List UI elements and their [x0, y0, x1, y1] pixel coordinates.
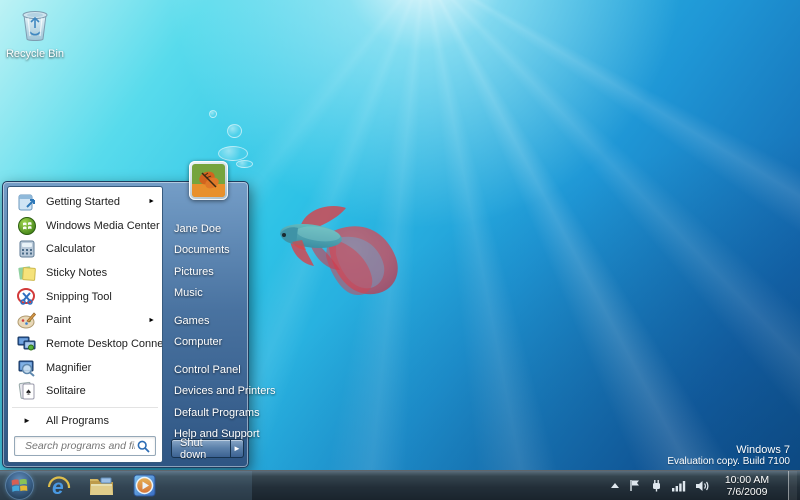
- recycle-bin[interactable]: Recycle Bin: [4, 6, 66, 60]
- start-menu-place-games[interactable]: Games: [163, 310, 244, 332]
- system-tray: 10:00 AM 7/6/2009: [610, 470, 800, 500]
- start-menu-place-computer[interactable]: Computer: [163, 332, 244, 354]
- taskbar-clock[interactable]: 10:00 AM 7/6/2009: [718, 474, 776, 498]
- menu-item-label: Sticky Notes: [46, 266, 108, 279]
- menu-item-label: Remote Desktop Connection: [46, 337, 163, 350]
- menu-item-label: Paint: [46, 314, 72, 327]
- windows-orb-icon: [11, 479, 28, 492]
- volume-speaker-icon[interactable]: [695, 480, 709, 492]
- taskbar-windows-explorer[interactable]: [85, 472, 118, 500]
- action-center-flag-icon[interactable]: [629, 479, 641, 492]
- bubble: [218, 146, 248, 161]
- submenu-arrow-icon: ►: [148, 316, 155, 324]
- bubble: [236, 160, 253, 168]
- search-input[interactable]: [23, 439, 137, 453]
- watermark-line2: Evaluation copy. Build 7100: [667, 456, 790, 467]
- snipping-tool-icon: [15, 286, 39, 308]
- start-menu-place-default-programs[interactable]: Default Programs: [163, 402, 260, 424]
- menu-item-label: Calculator: [46, 243, 96, 256]
- bubble: [209, 110, 217, 118]
- solitaire-icon: ♠: [15, 380, 39, 402]
- all-programs-button[interactable]: ► All Programs: [8, 408, 162, 433]
- media-player-icon: [133, 474, 156, 497]
- paint-icon: [15, 309, 39, 331]
- evaluation-watermark: Windows 7 Evaluation copy. Build 7100: [667, 444, 790, 467]
- start-menu-item-windows-media-center[interactable]: Windows Media Center: [8, 214, 162, 238]
- menu-item-label: Getting Started: [46, 195, 120, 208]
- start-menu-place-music[interactable]: Music: [163, 283, 244, 305]
- recycle-bin-label: Recycle Bin: [5, 48, 65, 60]
- taskbar: e 10:00 AM 7/6/2009: [0, 470, 800, 500]
- getting-started-icon: [15, 191, 39, 213]
- watermark-line1: Windows 7: [736, 444, 790, 456]
- start-button[interactable]: [5, 471, 34, 500]
- recycle-bin-icon: [22, 11, 48, 41]
- shut-down-button[interactable]: Shut down: [171, 437, 231, 461]
- hidden-icons-chevron-icon[interactable]: [610, 482, 620, 490]
- desktop: Recycle Bin Windows 7 Evaluation copy. B…: [0, 0, 800, 500]
- betta-fish-wallpaper: [280, 206, 398, 296]
- start-menu-item-solitaire[interactable]: ♠ Solitaire: [8, 380, 162, 404]
- start-menu-place-pictures[interactable]: Pictures: [163, 261, 244, 283]
- all-programs-label: All Programs: [46, 414, 109, 427]
- start-menu-user-name[interactable]: Jane Doe: [163, 218, 244, 240]
- start-menu-item-getting-started[interactable]: Getting Started ►: [8, 190, 162, 214]
- start-menu-place-control-panel[interactable]: Control Panel: [163, 359, 244, 381]
- menu-item-label: Snipping Tool: [46, 290, 112, 303]
- user-avatar[interactable]: [189, 161, 228, 200]
- power-plug-icon[interactable]: [650, 479, 663, 492]
- start-search-box[interactable]: [14, 436, 156, 456]
- show-desktop-button[interactable]: [788, 470, 797, 500]
- sticky-notes-icon: [15, 262, 39, 284]
- taskbar-internet-explorer[interactable]: e: [42, 472, 75, 500]
- start-menu-item-calculator[interactable]: Calculator: [8, 237, 162, 261]
- taskbar-windows-media-player[interactable]: [128, 472, 161, 500]
- windows-media-center-icon: [15, 215, 39, 237]
- folder-explorer-icon: [90, 477, 113, 495]
- butterfly-avatar-image: [192, 164, 225, 197]
- clock-date: 7/6/2009: [726, 485, 768, 498]
- magnifier-icon: [15, 357, 39, 379]
- svg-text:e: e: [52, 476, 64, 499]
- start-menu-programs: Getting Started ► Windows Media Center C…: [8, 187, 162, 403]
- menu-item-label: Magnifier: [46, 361, 92, 374]
- menu-item-label: Windows Media Center: [46, 219, 160, 232]
- calculator-icon: [15, 238, 39, 260]
- clock-time: 10:00 AM: [724, 473, 770, 486]
- start-menu-place-documents[interactable]: Documents: [163, 240, 244, 262]
- start-menu-item-snipping-tool[interactable]: Snipping Tool: [8, 285, 162, 309]
- start-menu-place-devices-printers[interactable]: Devices and Printers: [163, 381, 276, 403]
- menu-item-label: Solitaire: [46, 385, 86, 398]
- start-menu-item-sticky-notes[interactable]: Sticky Notes: [8, 261, 162, 285]
- remote-desktop-icon: [15, 333, 39, 355]
- start-menu-item-remote-desktop[interactable]: Remote Desktop Connection: [8, 332, 162, 356]
- svg-text:♠: ♠: [26, 387, 31, 397]
- start-menu-right-panel: Jane Doe Documents Pictures Music Games …: [163, 186, 276, 463]
- submenu-arrow-icon: ►: [148, 198, 155, 206]
- shut-down-options-arrow[interactable]: ►: [230, 439, 244, 458]
- bubble: [227, 124, 242, 138]
- start-menu: Getting Started ► Windows Media Center C…: [2, 181, 276, 468]
- start-menu-item-paint[interactable]: Paint ►: [8, 308, 162, 332]
- internet-explorer-icon: e: [47, 476, 70, 499]
- start-menu-left-panel: Getting Started ► Windows Media Center C…: [7, 186, 163, 463]
- start-menu-item-magnifier[interactable]: Magnifier: [8, 356, 162, 380]
- network-signal-icon[interactable]: [672, 480, 686, 492]
- search-icon[interactable]: [137, 440, 150, 453]
- all-programs-arrow-icon: ►: [23, 416, 31, 425]
